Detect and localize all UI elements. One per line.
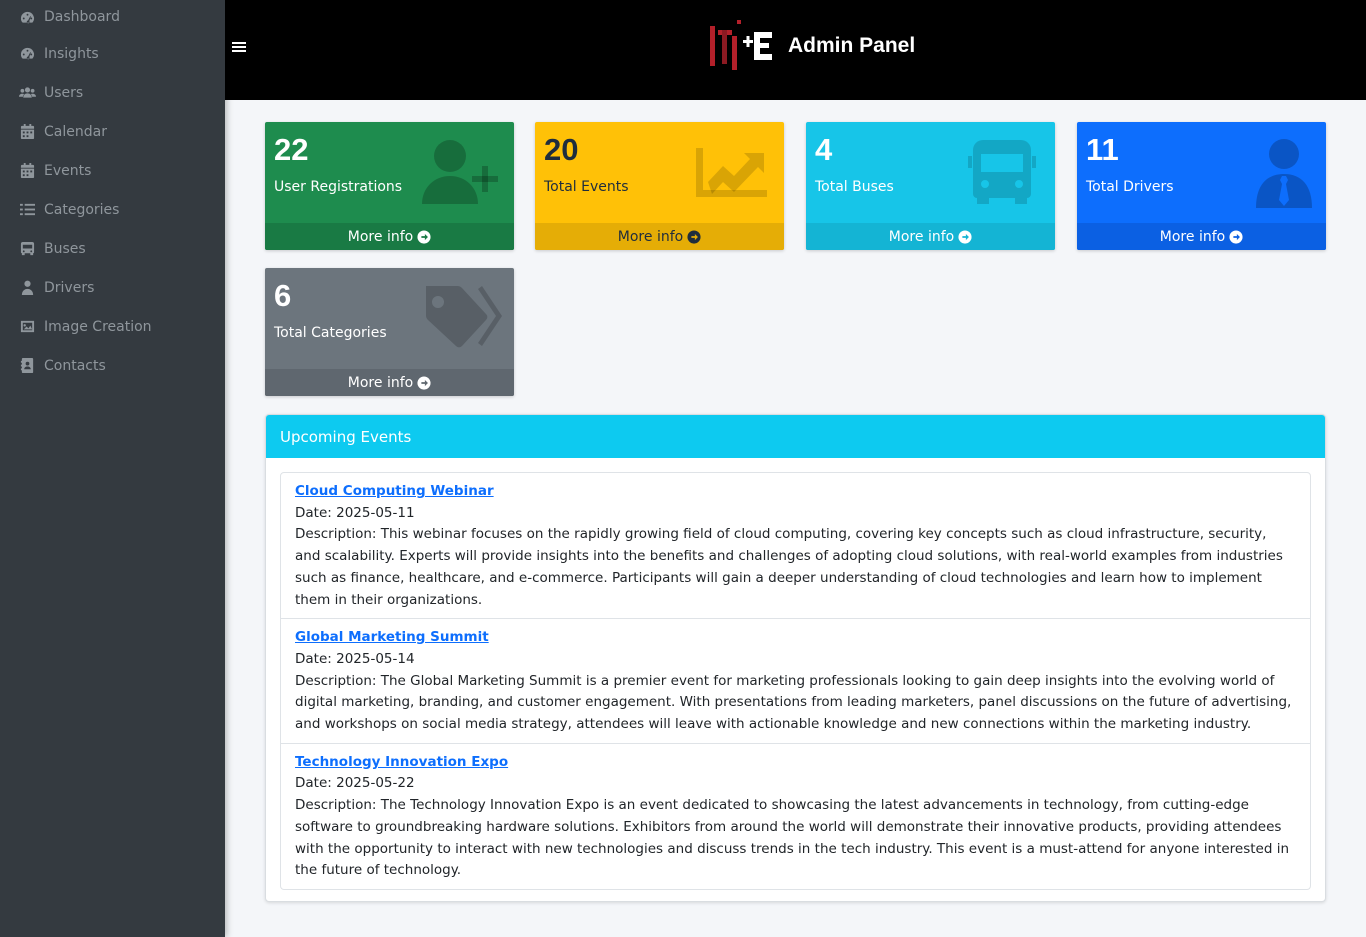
sidebar-item-label: Users	[44, 84, 84, 101]
sidebar-item-label: Insights	[44, 45, 99, 62]
stat-label: Total Drivers	[1086, 179, 1174, 195]
image-icon	[18, 319, 36, 335]
arrow-circle-right-icon	[958, 229, 972, 244]
user-plus-icon	[420, 138, 502, 208]
stat-label: Total Buses	[815, 179, 894, 195]
list-item: Technology Innovation Expo Date: 2025-05…	[281, 744, 1310, 889]
event-date: Date: 2025-05-14	[295, 650, 415, 667]
users-icon	[18, 85, 36, 101]
sidebar-item-label: Image Creation	[44, 318, 152, 335]
contact-book-icon	[18, 358, 36, 374]
sidebar-item-categories[interactable]: Categories	[0, 190, 225, 229]
more-info-link[interactable]: More info	[1077, 223, 1326, 250]
more-info-link[interactable]: More info	[265, 223, 514, 250]
more-info-label: More info	[347, 228, 414, 245]
upcoming-events-panel: Upcoming Events Cloud Computing Webinar …	[265, 414, 1326, 902]
top-navbar: Admin Panel	[225, 0, 1366, 100]
user-tie-icon	[1232, 138, 1314, 208]
sidebar-item-users[interactable]: Users	[0, 73, 225, 112]
driver-icon	[18, 280, 36, 296]
calendar-icon	[18, 163, 36, 179]
sidebar-item-events[interactable]: Events	[0, 151, 225, 190]
sidebar-item-label: Calendar	[44, 123, 107, 140]
more-info-link[interactable]: More info	[265, 369, 514, 396]
sidebar-item-insights[interactable]: Insights	[0, 34, 225, 73]
bus-icon	[18, 241, 36, 257]
tags-icon	[420, 284, 502, 354]
events-list: Cloud Computing Webinar Date: 2025-05-11…	[280, 472, 1311, 890]
stat-card-total-buses: 4 Total Buses More info	[806, 122, 1055, 250]
chart-line-icon	[690, 138, 772, 208]
stat-card-total-events: 20 Total Events More info	[535, 122, 784, 250]
event-description: Description: The Global Marketing Summit…	[295, 672, 1292, 733]
event-date: Date: 2025-05-22	[295, 775, 415, 792]
sidebar-item-contacts[interactable]: Contacts	[0, 346, 225, 385]
sidebar-item-label: Contacts	[44, 357, 106, 374]
arrow-circle-right-icon	[417, 229, 431, 244]
stat-value: 22	[274, 132, 309, 167]
sidebar-item-label: Buses	[44, 240, 86, 257]
sidebar-item-label: Dashboard	[44, 9, 120, 25]
more-info-link[interactable]: More info	[806, 223, 1055, 250]
dashboard-icon	[18, 9, 36, 25]
arrow-circle-right-icon	[1229, 229, 1243, 244]
menu-toggle-icon[interactable]	[232, 40, 246, 58]
sidebar-item-buses[interactable]: Buses	[0, 229, 225, 268]
brand[interactable]: Admin Panel	[710, 20, 915, 72]
event-description: Description: This webinar focuses on the…	[295, 526, 1283, 608]
more-info-label: More info	[617, 228, 684, 245]
stat-card-total-drivers: 11 Total Drivers More info	[1077, 122, 1326, 250]
logo-icon	[710, 20, 772, 70]
stat-value: 4	[815, 132, 833, 167]
sidebar-item-dashboard[interactable]: Dashboard	[0, 0, 225, 34]
list-item: Cloud Computing Webinar Date: 2025-05-11…	[281, 473, 1310, 620]
stat-label: User Registrations	[274, 179, 403, 195]
sidebar-item-drivers[interactable]: Drivers	[0, 268, 225, 307]
sidebar-item-label: Drivers	[44, 279, 95, 296]
sidebar-item-label: Categories	[44, 201, 120, 218]
stat-label: Total Categories	[274, 325, 387, 341]
panel-title: Upcoming Events	[266, 415, 1325, 458]
more-info-label: More info	[1159, 228, 1226, 245]
calendar-icon	[18, 124, 36, 140]
sidebar-item-image-creation[interactable]: Image Creation	[0, 307, 225, 346]
stat-card-user-registrations: 22 User Registrations More info	[265, 122, 514, 250]
stat-value: 6	[274, 278, 292, 313]
list-item: Global Marketing Summit Date: 2025-05-14…	[281, 619, 1310, 744]
list-icon	[18, 202, 36, 218]
sidebar: Dashboard Insights Users Calendar Events…	[0, 0, 225, 937]
stat-value: 20	[544, 132, 579, 167]
stat-label: Total Events	[544, 179, 629, 195]
more-info-link[interactable]: More info	[535, 223, 784, 250]
bus-icon	[961, 138, 1043, 208]
app-title: Admin Panel	[788, 34, 916, 57]
event-date: Date: 2025-05-11	[295, 504, 415, 521]
insights-icon	[18, 46, 36, 62]
event-title-link[interactable]: Technology Innovation Expo	[295, 754, 508, 770]
more-info-label: More info	[347, 374, 414, 391]
event-title-link[interactable]: Global Marketing Summit	[295, 629, 489, 645]
arrow-circle-right-icon	[417, 375, 431, 390]
stat-value: 11	[1086, 132, 1119, 167]
stat-card-total-categories: 6 Total Categories More info	[265, 268, 514, 396]
event-title-link[interactable]: Cloud Computing Webinar	[295, 483, 494, 499]
more-info-label: More info	[888, 228, 955, 245]
sidebar-item-calendar[interactable]: Calendar	[0, 112, 225, 151]
sidebar-item-label: Events	[44, 162, 92, 179]
arrow-circle-right-icon	[687, 229, 701, 244]
event-description: Description: The Technology Innovation E…	[295, 797, 1290, 879]
